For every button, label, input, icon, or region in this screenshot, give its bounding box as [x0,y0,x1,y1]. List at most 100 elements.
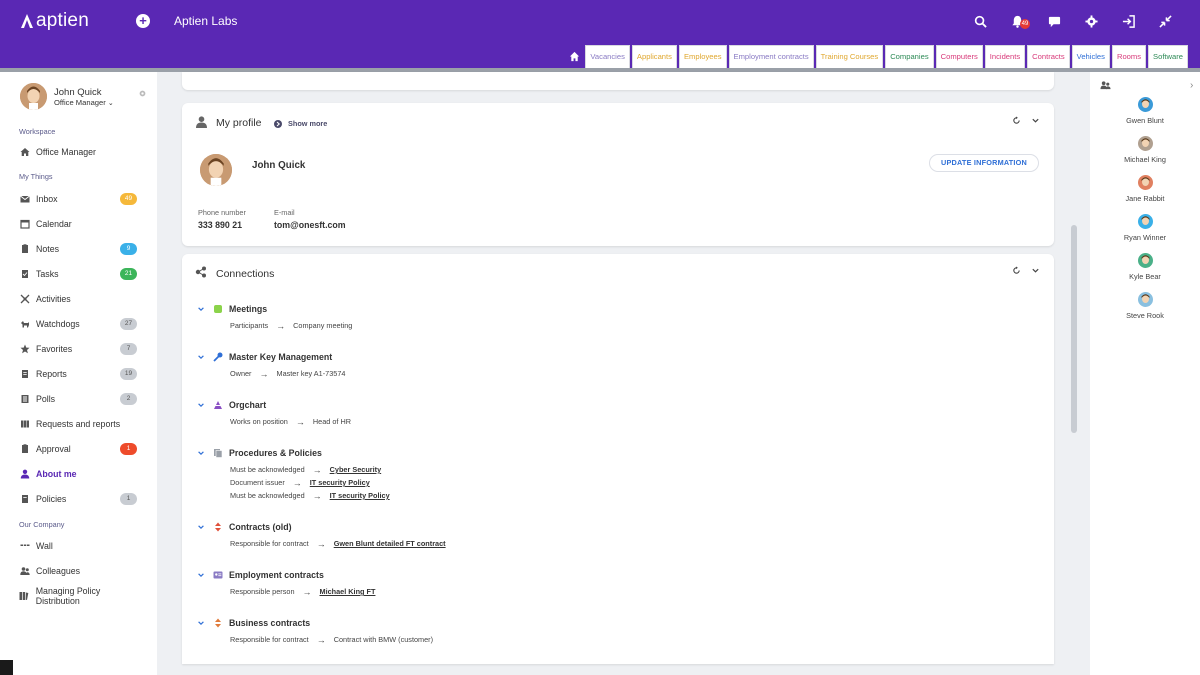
count-badge: 49 [120,193,137,205]
user-menu[interactable]: John Quick Office Manager ⌄ [20,83,150,113]
tab-rooms[interactable]: Rooms [1111,45,1147,68]
group-icon [213,448,223,458]
sidebar-item-notes[interactable]: Notes 9 [19,242,144,256]
colleague-item[interactable]: Steve Rook [1090,292,1200,320]
scrollbar[interactable] [1071,225,1077,433]
tab-vacancies[interactable]: Vacancies [585,45,630,68]
tab-incidents[interactable]: Incidents [984,45,1026,68]
sidebar-item-office-manager[interactable]: Office Manager [19,145,144,159]
collapse-button[interactable] [1147,12,1184,30]
logout-icon [1122,14,1135,28]
sidebar-item-managing-policy-distribution[interactable]: Managing Policy Distribution [19,586,144,606]
tab-applicants[interactable]: Applicants [631,45,677,68]
chevron-down-icon[interactable] [197,571,206,580]
update-information-button[interactable]: UPDATE INFORMATION [929,154,1039,172]
sidebar-item-reports[interactable]: Reports 19 [19,367,144,381]
connection-row: Must be acknowledged → IT security Policy [230,489,1037,502]
colleague-item[interactable]: Kyle Bear [1090,253,1200,281]
chevron-down-icon[interactable] [197,353,206,362]
chevron-down-icon[interactable] [1031,266,1040,275]
approval-icon [21,444,28,453]
colleague-item[interactable]: Michael King [1090,136,1200,164]
logout-button[interactable] [1110,12,1147,30]
add-button[interactable]: + [136,14,150,28]
logo[interactable]: aptien [20,10,89,32]
chevron-down-icon[interactable] [197,523,206,532]
refresh-icon[interactable] [1012,116,1021,125]
sidebar-item-policies[interactable]: Policies 1 [19,492,144,506]
group-icon [213,618,223,628]
chevron-down-icon[interactable] [197,449,206,458]
chat-button[interactable] [1036,12,1073,30]
connection-group-header[interactable]: Meetings [197,303,1037,315]
sidebar-item-label: Office Manager [36,147,96,157]
connection-target[interactable]: IT security Policy [330,491,390,500]
chevron-down-icon: ⌄ [107,100,114,107]
sidebar-item-watchdogs[interactable]: Watchdogs 27 [19,317,144,331]
connections-card: Connections Meetings Participants → Company… [182,254,1054,664]
colleague-item[interactable]: Gwen Blunt [1090,97,1200,125]
tab-contracts[interactable]: Contracts [1027,45,1070,68]
settings-button[interactable] [1073,12,1110,30]
arrow-right-icon: → [276,320,286,331]
chevron-down-icon[interactable] [1031,116,1040,125]
tab-employees[interactable]: Employees [678,45,727,68]
connection-group-title: Procedures & Policies [229,448,322,458]
calendar-icon-wrap [19,219,30,230]
sidebar-item-tasks[interactable]: Tasks 21 [19,267,144,281]
sidebar-item-approval[interactable]: Approval 1 [19,442,144,456]
connection-group-header[interactable]: Master Key Management [197,351,1037,363]
connection-target[interactable]: Cyber Security [330,465,382,474]
sidebar-item-requests-and-reports[interactable]: Requests and reports [19,417,144,431]
sidebar-item-calendar[interactable]: Calendar [19,217,144,231]
gear-icon [1085,14,1098,28]
sidebar-item-label: Policies [36,494,67,504]
sidebar-item-wall[interactable]: Wall [19,539,144,553]
count-badge: 21 [120,268,137,280]
connection-target[interactable]: Gwen Blunt detailed FT contract [334,539,446,548]
connection-target[interactable]: IT security Policy [310,478,370,487]
connection-group-header[interactable]: Business contracts [197,617,1037,629]
connection-group-header[interactable]: Orgchart [197,399,1037,411]
search-icon [974,15,987,28]
tab-vehicles[interactable]: Vehicles [1071,45,1110,68]
connection-group-header[interactable]: Procedures & Policies [197,447,1037,459]
tab-software[interactable]: Software [1148,45,1188,68]
group-icon [213,304,223,314]
tab-computers[interactable]: Computers [935,45,983,68]
sidebar-item-colleagues[interactable]: Colleagues [19,564,144,578]
connection-target[interactable]: Michael King FT [320,587,376,596]
notifications-button[interactable]: 49 [999,12,1036,30]
sidebar-item-polls[interactable]: Polls 2 [19,392,144,406]
sidebar-item-inbox[interactable]: Inbox 49 [19,192,144,206]
connection-group: Business contracts Responsible for contra… [197,617,1037,646]
colleague-item[interactable]: Jane Rabbit [1090,175,1200,203]
arrow-right-icon: → [312,490,322,501]
connection-group-header[interactable]: Contracts (old) [197,521,1037,533]
connection-group-title: Employment contracts [229,570,324,580]
refresh-icon[interactable] [1012,266,1021,275]
chevron-down-icon[interactable] [197,305,206,314]
show-more-button[interactable]: Show more [274,119,327,128]
home-tab[interactable] [565,45,583,68]
reports-icon [21,370,28,378]
sidebar-item-activities[interactable]: Activities [19,292,144,306]
key-icon [213,352,223,362]
chevron-right-icon[interactable]: › [1190,80,1193,91]
organization-name[interactable]: Aptien Labs [174,14,237,28]
chevron-down-icon[interactable] [197,619,206,628]
gear-icon[interactable] [138,89,147,98]
user-role: Office Manager ⌄ [54,98,114,107]
tab-employment-contracts[interactable]: Employment contracts [728,45,814,68]
search-button[interactable] [962,12,999,30]
tasks-icon [21,270,28,278]
colleague-item[interactable]: Ryan Winner [1090,214,1200,242]
tab-companies[interactable]: Companies [885,45,934,68]
connection-group-header[interactable]: Employment contracts [197,569,1037,581]
email-value[interactable]: tom@onesft.com [274,220,346,230]
sidebar-item-about-me[interactable]: About me [19,467,144,481]
logo-text: aptien [36,10,89,31]
sidebar-item-favorites[interactable]: Favorites 7 [19,342,144,356]
chevron-down-icon[interactable] [197,401,206,410]
tab-training-courses[interactable]: Training Courses [815,45,884,68]
